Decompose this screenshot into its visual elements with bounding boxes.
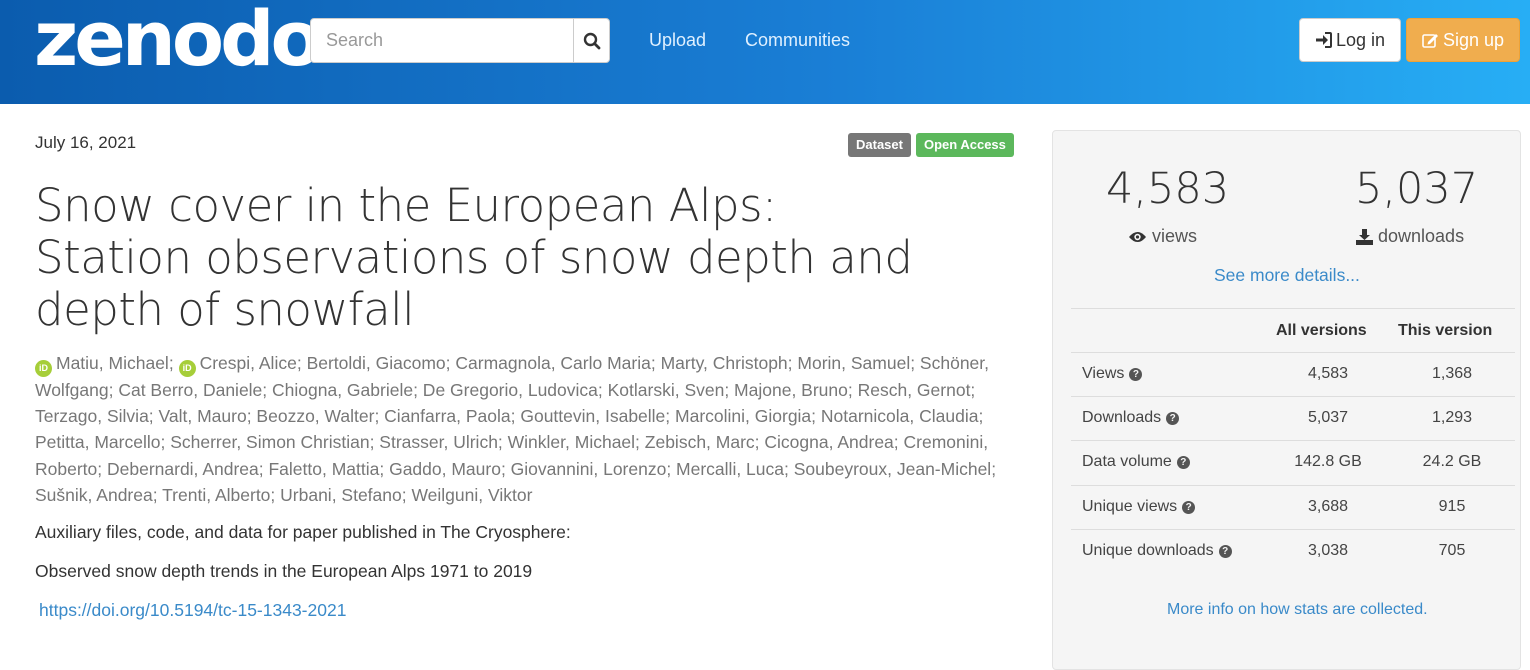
nav-upload-link[interactable]: Upload: [649, 30, 706, 51]
table-divider: [1071, 396, 1515, 397]
table-cell-this: 1,293: [1431, 409, 1473, 426]
table-cell-this: 24.2 GB: [1422, 453, 1482, 470]
orcid-icon[interactable]: iD: [178, 360, 196, 377]
row-label-text: Unique views: [1082, 498, 1178, 515]
views-count: 4,583: [1106, 164, 1230, 214]
sign-in-icon: [1315, 32, 1332, 48]
nav-communities-link[interactable]: Communities: [745, 30, 850, 51]
table-cell-all: 142.8 GB: [1294, 453, 1362, 470]
publication-date: July 16, 2021: [35, 133, 137, 152]
search-button[interactable]: [573, 19, 609, 62]
row-label-text: Unique downloads: [1082, 542, 1214, 559]
help-icon[interactable]: ?: [1129, 367, 1143, 381]
search-box: [310, 18, 610, 63]
table-cell-all: 5,037: [1307, 409, 1349, 426]
signup-label: Sign up: [1442, 29, 1505, 50]
downloads-label: downloads: [1378, 226, 1465, 246]
table-cell-all: 4,583: [1307, 365, 1349, 382]
search-icon: [583, 32, 600, 49]
help-icon[interactable]: ?: [1176, 455, 1190, 469]
zenodo-logo[interactable]: zenodo: [34, 0, 323, 80]
search-input[interactable]: [311, 19, 573, 62]
table-cell-all: 3,038: [1307, 542, 1349, 559]
stats-row-label: Data volume ?: [1082, 453, 1190, 471]
doi-link[interactable]: https://doi.org/10.5194/tc-15-1343-2021: [39, 600, 346, 621]
author-list: iD Matiu, Michael; iD Crespi, Alice; Berto…: [35, 353, 997, 505]
edit-icon: [1422, 34, 1438, 48]
stats-row-label: Downloads ?: [1082, 409, 1180, 427]
author-link[interactable]: Matiu, Michael: [56, 353, 169, 373]
help-icon[interactable]: ?: [1166, 411, 1180, 425]
downloads-count: 5,037: [1355, 164, 1479, 214]
table-cell-this: 1,368: [1431, 365, 1473, 382]
table-divider: [1071, 485, 1515, 486]
orcid-icon[interactable]: iD: [35, 360, 52, 377]
views-label-group: views: [1128, 226, 1197, 247]
open-access-badge: Open Access: [916, 133, 1014, 157]
help-icon[interactable]: ?: [1182, 500, 1196, 514]
row-label-text: Downloads: [1082, 409, 1162, 426]
help-icon[interactable]: ?: [1218, 544, 1232, 558]
author-link[interactable]: Crespi, Alice: [200, 353, 297, 373]
table-divider: [1071, 440, 1515, 441]
row-label-text: Data volume: [1082, 453, 1172, 470]
divider: [1071, 308, 1515, 309]
column-header-this-version: This version: [1398, 322, 1493, 339]
stats-info-link[interactable]: More info on how stats are collected.: [1167, 601, 1428, 619]
column-header-all-versions: All versions: [1276, 322, 1367, 339]
login-label: Log in: [1335, 29, 1386, 50]
stats-row-label: Views ?: [1082, 365, 1143, 383]
see-more-details-link[interactable]: See more details...: [1214, 265, 1360, 286]
table-cell-this: 705: [1438, 542, 1466, 559]
stats-row-label: Unique views ?: [1082, 498, 1196, 516]
table-divider: [1071, 352, 1515, 353]
top-navbar: zenodo Upload Communities Log in Sign up: [0, 0, 1530, 104]
table-cell-this: 915: [1438, 498, 1466, 515]
table-divider: [1071, 529, 1515, 530]
author-list-rest[interactable]: Bertoldi, Giacomo; Carmagnola, Carlo Mar…: [35, 353, 996, 505]
stats-row-label: Unique downloads ?: [1082, 542, 1232, 560]
login-button[interactable]: Log in: [1299, 18, 1401, 62]
downloads-label-group: downloads: [1356, 226, 1464, 247]
dataset-badge: Dataset: [848, 133, 911, 157]
row-label-text: Views: [1082, 365, 1125, 382]
record-title: Snow cover in the European Alps: Station…: [35, 179, 913, 336]
description-line-1: Auxiliary files, code, and data for pape…: [35, 522, 571, 542]
views-label: views: [1152, 226, 1198, 246]
description-line-2: Observed snow depth trends in the Europe…: [35, 561, 533, 581]
signup-button[interactable]: Sign up: [1406, 18, 1520, 62]
eye-icon: [1129, 231, 1146, 242]
download-icon: [1356, 228, 1373, 245]
table-cell-all: 3,688: [1307, 498, 1349, 515]
